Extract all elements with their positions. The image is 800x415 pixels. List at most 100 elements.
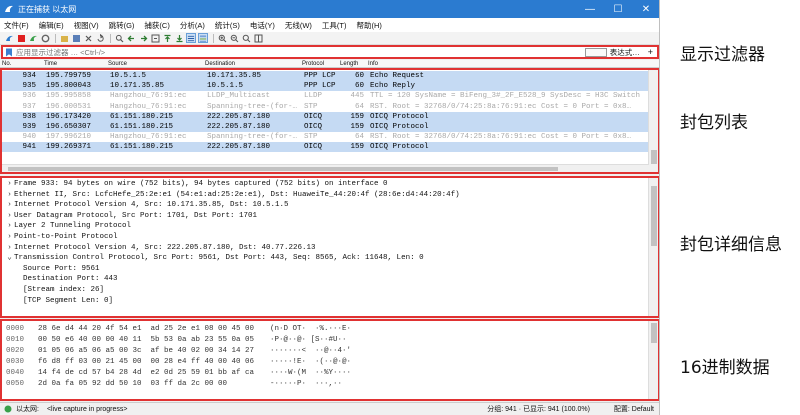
capture-options-icon[interactable] — [40, 33, 50, 43]
status-profile[interactable]: 配置: Default — [614, 404, 654, 414]
detail-tree-node[interactable]: › Internet Protocol Version 4, Src: 222.2… — [2, 243, 649, 254]
packet-no-cell: 937 — [22, 102, 36, 111]
packet-src-cell: Hangzhou_76:91:ec — [110, 133, 187, 142]
menu-statistics[interactable]: 统计(S) — [215, 20, 240, 31]
status-interface: 以太网: — [16, 406, 39, 413]
detail-tree-node[interactable]: › Ethernet II, Src: LcfcHefe_25:2e:e1 (54… — [2, 190, 649, 201]
menu-tools[interactable]: 工具(T) — [322, 20, 347, 31]
hex-row[interactable]: 0020 01 05 06 a5 06 a5 00 3c af be 40 02 … — [2, 346, 649, 357]
add-filter-button[interactable]: + — [648, 47, 653, 57]
bytes-scrollbar[interactable] — [648, 321, 658, 399]
go-to-packet-icon[interactable] — [150, 33, 160, 43]
detail-tree-node[interactable]: ⌄ Transmission Control Protocol, Src Port… — [2, 253, 649, 264]
packet-src-cell: 61.151.180.215 — [110, 143, 174, 152]
colorize-icon[interactable] — [198, 33, 208, 43]
column-destination[interactable]: Destination — [205, 60, 235, 68]
display-filter-input[interactable] — [13, 47, 585, 57]
minimize-button[interactable]: — — [576, 0, 604, 18]
menu-view[interactable]: 视图(V) — [74, 20, 99, 31]
column-source[interactable]: Source — [108, 60, 127, 68]
detail-text: Internet Protocol Version 4, Src: 222.20… — [14, 243, 316, 252]
find-packet-icon[interactable] — [114, 33, 124, 43]
packet-row[interactable]: 940 197.996210 Hangzhou_76:91:ec Spanning-t… — [2, 132, 649, 143]
packet-list-scrollbar[interactable] — [648, 70, 658, 172]
packet-row[interactable]: 938 196.173420 61.151.180.215 222.205.87.18… — [2, 111, 649, 122]
packet-row[interactable]: 935 195.800043 10.171.35.85 10.5.1.5 PPP LCP… — [2, 81, 649, 92]
close-file-icon[interactable] — [83, 33, 93, 43]
collapsed-arrow-icon[interactable]: › — [5, 211, 14, 222]
collapsed-arrow-icon[interactable]: › — [5, 221, 14, 232]
save-file-icon[interactable] — [71, 33, 81, 43]
collapsed-arrow-icon[interactable]: › — [5, 232, 14, 243]
bookmark-icon[interactable] — [5, 48, 13, 57]
collapsed-arrow-icon[interactable]: › — [5, 190, 14, 201]
packet-time-cell: 196.650307 — [46, 123, 92, 131]
packet-row[interactable]: 937 196.000531 Hangzhou_76:91:ec Spanning-t… — [2, 101, 649, 112]
go-forward-icon[interactable] — [138, 33, 148, 43]
capture-status-icon[interactable] — [4, 405, 12, 413]
expanded-arrow-icon[interactable]: ⌄ — [5, 253, 14, 264]
stop-capture-icon[interactable] — [16, 33, 26, 43]
detail-tree-node[interactable]: › Frame 933: 94 bytes on wire (752 bits),… — [2, 179, 649, 190]
close-button[interactable]: ✕ — [632, 0, 659, 18]
restart-capture-icon[interactable] — [28, 33, 38, 43]
collapsed-arrow-icon[interactable]: › — [5, 179, 14, 190]
menu-edit[interactable]: 编辑(E) — [39, 20, 64, 31]
start-capture-icon[interactable] — [4, 33, 14, 43]
packet-no-cell: 936 — [22, 92, 36, 101]
packet-list-hscrollbar[interactable] — [2, 164, 649, 172]
menu-capture[interactable]: 捕获(C) — [144, 20, 169, 31]
auto-scroll-icon[interactable] — [186, 33, 196, 43]
menu-analyze[interactable]: 分析(A) — [180, 20, 205, 31]
resize-columns-icon[interactable] — [253, 33, 263, 43]
toolbar-separator — [55, 33, 56, 43]
menu-wireless[interactable]: 无线(W) — [285, 20, 312, 31]
open-file-icon[interactable] — [59, 33, 69, 43]
hex-row[interactable]: 0030 f6 d8 ff 03 00 21 45 00 00 28 e4 ff … — [2, 357, 649, 368]
last-packet-icon[interactable] — [174, 33, 184, 43]
hex-row[interactable]: 0010 00 50 e6 40 00 00 40 11 5b 53 0a ab … — [2, 335, 649, 346]
packet-row[interactable]: 934 195.799759 10.5.1.5 10.171.35.85 PPP LCP… — [2, 71, 649, 81]
detail-tree-field[interactable]: [TCP Segment Len: 0] — [2, 296, 649, 307]
collapsed-arrow-icon[interactable]: › — [5, 200, 14, 211]
reload-icon[interactable] — [95, 33, 105, 43]
column-info[interactable]: Info — [368, 60, 378, 68]
menu-help[interactable]: 帮助(H) — [357, 20, 382, 31]
menu-go[interactable]: 跳转(G) — [109, 20, 135, 31]
column-protocol[interactable]: Protocol — [302, 60, 324, 68]
packet-row[interactable]: 941 199.269371 61.151.180.215 222.205.87.18… — [2, 142, 649, 153]
detail-tree-field[interactable]: Source Port: 9561 — [2, 264, 649, 275]
packet-len-cell: 159 — [350, 112, 364, 121]
zoom-reset-icon[interactable] — [241, 33, 251, 43]
filter-apply-button[interactable] — [584, 47, 607, 57]
zoom-out-icon[interactable] — [229, 33, 239, 43]
hex-row[interactable]: 0050 2d 0a fa 05 92 dd 50 10 03 ff da 2c … — [2, 379, 649, 390]
column-no[interactable]: No. — [2, 60, 11, 68]
expression-button[interactable]: 表达式… — [610, 47, 640, 58]
packet-proto-cell: OICQ — [304, 112, 323, 121]
detail-tree-node[interactable]: › Internet Protocol Version 4, Src: 10.17… — [2, 200, 649, 211]
zoom-in-icon[interactable] — [217, 33, 227, 43]
packet-row[interactable]: 936 195.995858 Hangzhou_76:91:ec LLDP_Multi… — [2, 91, 649, 102]
details-scrollbar[interactable] — [648, 178, 658, 316]
collapsed-arrow-icon[interactable]: › — [5, 243, 14, 254]
detail-tree-field[interactable]: Destination Port: 443 — [2, 274, 649, 285]
detail-tree-node[interactable]: › Layer 2 Tunneling Protocol — [2, 221, 649, 232]
maximize-button[interactable]: ☐ — [604, 0, 632, 18]
menu-telephony[interactable]: 电话(Y) — [250, 20, 275, 31]
detail-text: Source Port: 9561 — [23, 264, 100, 273]
hex-row[interactable]: 0040 14 f4 de cd 57 b4 28 4d e2 0d 25 59 … — [2, 368, 649, 379]
go-back-icon[interactable] — [126, 33, 136, 43]
packet-src-cell: 10.171.35.85 — [110, 82, 165, 91]
column-time[interactable]: Time — [44, 60, 57, 68]
menu-file[interactable]: 文件(F) — [4, 20, 29, 31]
detail-tree-node[interactable]: › Point-to-Point Protocol — [2, 232, 649, 243]
hex-bytes: 00 50 e6 40 00 00 40 11 5b 53 0a ab 23 5… — [38, 336, 255, 344]
packet-row[interactable]: 939 196.650307 61.151.180.215 222.205.87.18… — [2, 122, 649, 132]
hex-row[interactable]: 0000 28 6e d4 44 20 4f 54 e1 ad 25 2e e1 … — [2, 324, 649, 335]
column-length[interactable]: Length — [340, 60, 358, 68]
detail-tree-node[interactable]: › User Datagram Protocol, Src Port: 1701,… — [2, 211, 649, 222]
first-packet-icon[interactable] — [162, 33, 172, 43]
detail-tree-field[interactable]: [Stream index: 26] — [2, 285, 649, 296]
packet-no-cell: 940 — [22, 133, 36, 142]
